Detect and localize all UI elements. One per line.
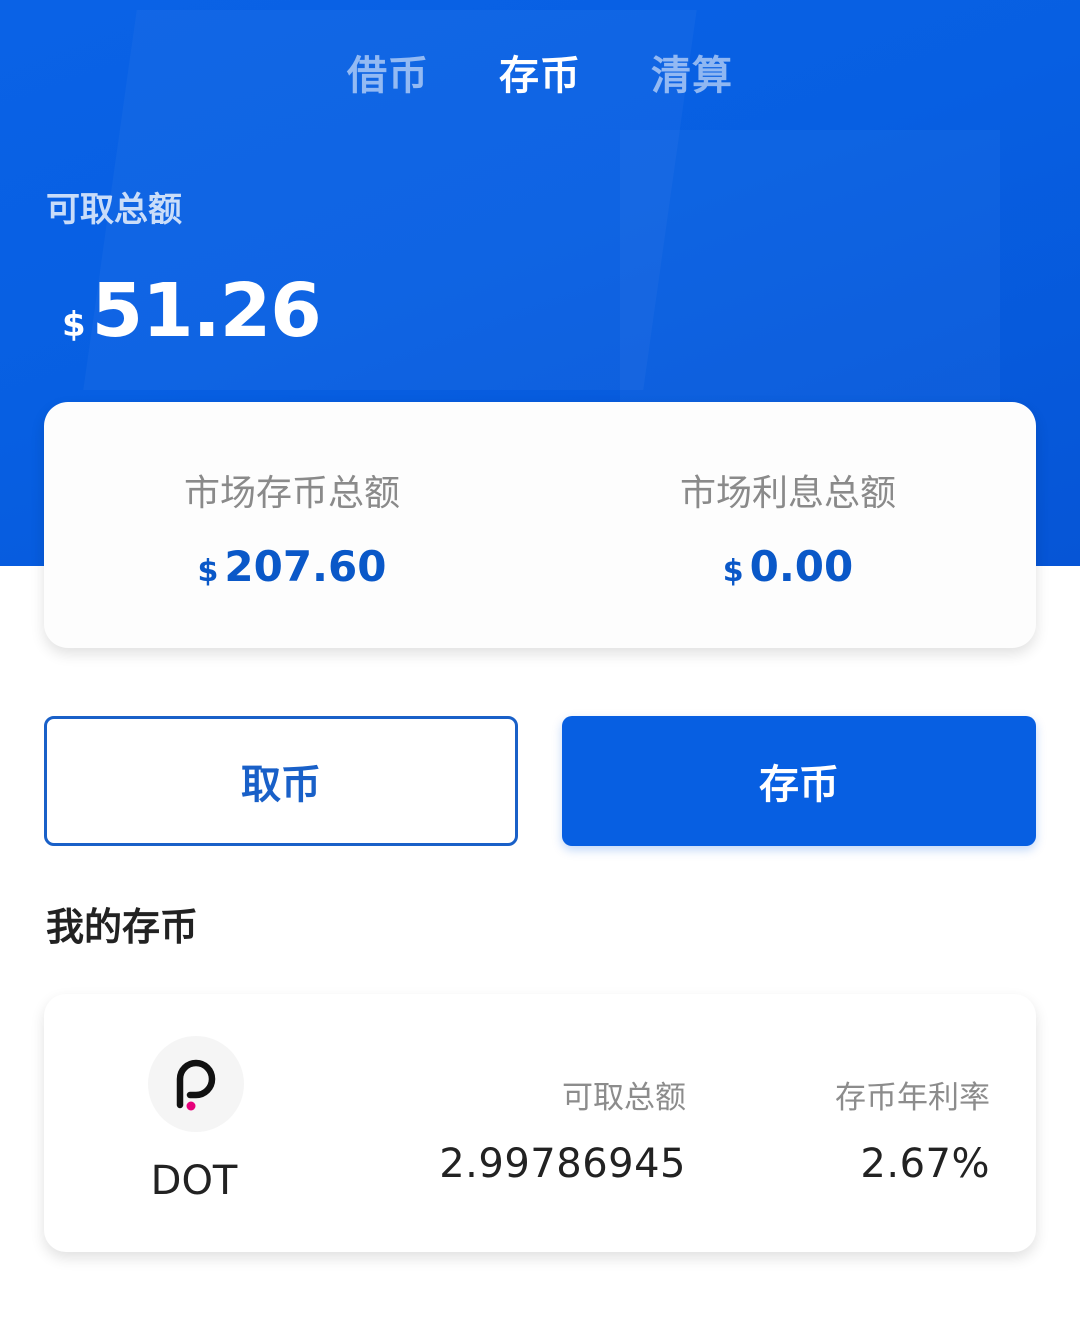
tab-borrow[interactable]: 借币 — [347, 46, 429, 106]
top-tabs: 借币 存币 清算 — [0, 46, 1080, 106]
available-label: 可取总额 — [562, 1080, 686, 1116]
available-total-amount: $ 51.26 — [62, 268, 322, 354]
currency-symbol: $ — [197, 554, 219, 589]
market-deposit-amount: $ 207.60 — [198, 542, 387, 591]
my-deposits-title: 我的存币 — [46, 905, 199, 949]
annual-rate-label: 存币年利率 — [835, 1080, 990, 1116]
currency-symbol: $ — [722, 554, 744, 589]
available-value: 2.99786945 — [439, 1141, 686, 1187]
tab-deposit[interactable]: 存币 — [499, 46, 581, 106]
deposit-button[interactable]: 存币 — [562, 716, 1036, 846]
market-deposit-stat: 市场存币总额 $ 207.60 — [44, 402, 540, 648]
coin-symbol: DOT — [150, 1158, 238, 1204]
market-interest-label: 市场利息总额 — [679, 473, 896, 514]
rate-column: 存币年利率 2.67% — [835, 1072, 990, 1187]
market-deposit-value: 207.60 — [224, 542, 387, 591]
available-column: 可取总额 2.99786945 — [439, 1072, 686, 1187]
annual-rate-value: 2.67% — [860, 1141, 990, 1187]
market-stats-card: 市场存币总额 $ 207.60 市场利息总额 $ 0.00 — [44, 402, 1036, 648]
market-interest-value: 0.00 — [749, 542, 854, 591]
polkadot-logo-svg — [176, 1059, 216, 1111]
tab-liquidation[interactable]: 清算 — [651, 46, 733, 106]
market-deposit-label: 市场存币总额 — [183, 473, 400, 514]
withdraw-button[interactable]: 取币 — [44, 716, 518, 846]
polkadot-icon — [148, 1036, 244, 1132]
market-interest-amount: $ 0.00 — [723, 542, 854, 591]
market-interest-stat: 市场利息总额 $ 0.00 — [540, 402, 1036, 648]
asset-card-dot[interactable]: DOT 可取总额 2.99786945 存币年利率 2.67% — [44, 994, 1036, 1252]
available-total-label: 可取总额 — [46, 190, 182, 230]
currency-symbol: $ — [62, 305, 86, 345]
available-total-value: 51.26 — [91, 268, 322, 354]
